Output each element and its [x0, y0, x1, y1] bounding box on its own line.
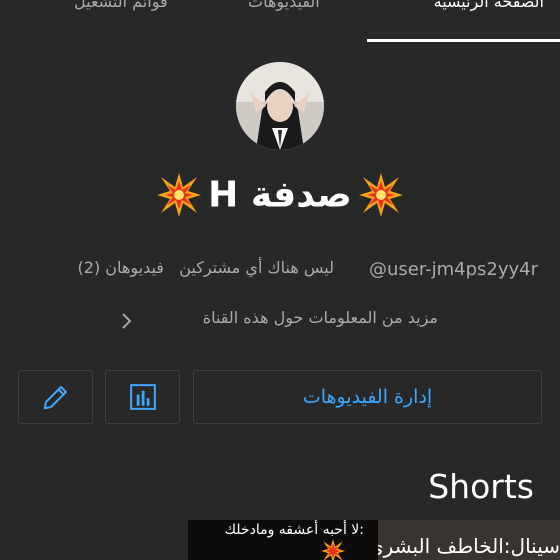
channel-handle: @user-jm4ps2yy4r: [368, 259, 538, 280]
channel-analytics-button[interactable]: [105, 370, 180, 424]
tab-playlists[interactable]: قوائم التشغيل: [74, 0, 168, 11]
channel-meta: ليس هناك أي مشتركين فيديوهان (2): [78, 258, 334, 277]
chevron-right-icon[interactable]: [118, 311, 134, 331]
short-thumbnail[interactable]: :لا أحبه أعشقه ومادخلك: [188, 520, 378, 560]
video-count: فيديوهان (2): [77, 258, 164, 277]
tab-videos[interactable]: الفيديوهات: [248, 0, 320, 11]
channel-avatar[interactable]: [236, 62, 324, 150]
bar-chart-icon: [129, 384, 156, 410]
collision-icon: [321, 539, 345, 560]
collision-icon: [157, 173, 202, 217]
channel-about-link[interactable]: مزيد من المعلومات حول هذه القناة: [203, 308, 438, 327]
manage-videos-button[interactable]: إدارة الفيديوهات: [193, 370, 542, 424]
tab-home[interactable]: الصفحة الرئيسية: [434, 0, 544, 11]
active-tab-indicator: [367, 39, 560, 42]
channel-title-text: صدفة H: [208, 174, 352, 216]
subscriber-count: ليس هناك أي مشتركين: [179, 258, 334, 277]
short-caption: سينال:الخاطف البشري: [378, 534, 560, 558]
edit-channel-button[interactable]: [18, 370, 93, 424]
collision-icon: [358, 173, 403, 217]
pencil-icon: [43, 386, 67, 410]
avatar-photo: [236, 62, 324, 150]
channel-tabs: الصفحة الرئيسية الفيديوهات قوائم التشغيل: [0, 0, 560, 44]
short-caption: :لا أحبه أعشقه ومادخلك: [224, 522, 365, 538]
shorts-heading: Shorts: [428, 467, 534, 506]
channel-title: صدفة H: [0, 171, 560, 227]
short-thumbnail[interactable]: سينال:الخاطف البشري: [378, 520, 560, 560]
